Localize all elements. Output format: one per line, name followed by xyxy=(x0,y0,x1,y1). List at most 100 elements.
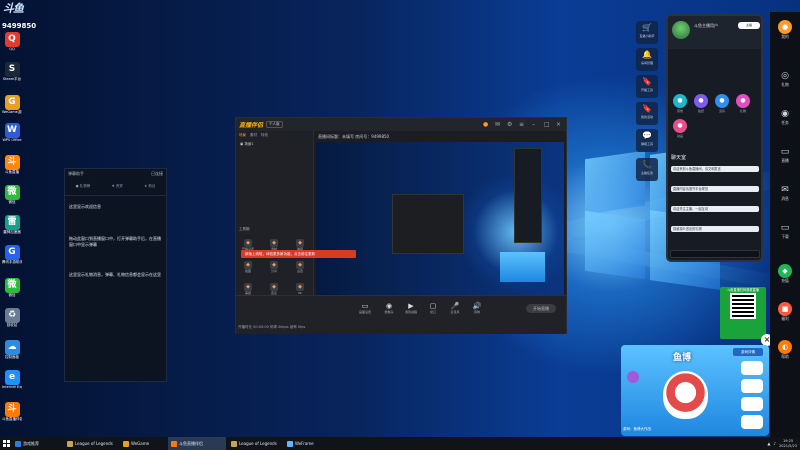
sidebar-item[interactable]: ■ 福利 xyxy=(774,302,796,322)
control-button[interactable]: ◉ 摄像头 xyxy=(380,302,398,314)
control-label: 音响 xyxy=(473,310,480,314)
desktop-icon[interactable]: Q QQ xyxy=(2,32,22,51)
desktop-icon[interactable]: 微微信 xyxy=(2,185,22,204)
chat-message: 这里显示礼物消息，弹幕、礼物信息都会显示在这里 xyxy=(69,272,161,277)
sidebar-item[interactable]: ▭ 下载 xyxy=(774,222,796,240)
control-button[interactable]: ▭ 画面设置 xyxy=(356,302,374,314)
tool-button[interactable]: ◆ 美颜 xyxy=(238,283,258,295)
volume-icon[interactable]: ♪ xyxy=(773,441,776,446)
sidebar-item[interactable]: ▭ 直播 xyxy=(774,146,796,164)
tab-vip[interactable]: ♦ 贵宾 xyxy=(112,184,123,189)
maximize-icon[interactable]: □ xyxy=(544,121,550,128)
menu-icon[interactable]: ≡ xyxy=(519,121,524,128)
update-banner[interactable]: 新版上线啦，体验更多新功能，点击前往更新 xyxy=(241,250,356,258)
feature-icon[interactable]: ● xyxy=(715,94,729,108)
game-detail-header[interactable]: 游戏详情 xyxy=(733,348,763,356)
taskbar-item[interactable]: WeFrame xyxy=(284,437,324,450)
tool-label: 截图 xyxy=(244,269,251,273)
start-live-button[interactable]: 开始直播 xyxy=(526,304,556,313)
desktop-icon[interactable]: ☁ 控制面板 xyxy=(2,340,22,359)
edition-badge[interactable]: 个人版 xyxy=(266,121,283,128)
desktop-icon[interactable]: GWeGame游戏 xyxy=(2,95,22,114)
user-badge[interactable]: 主播 xyxy=(738,22,760,29)
scene-item[interactable]: ▣ 场景1 xyxy=(236,140,313,149)
tools-label: 工具箱 xyxy=(239,227,250,231)
tool-button[interactable]: ◆ 设置 xyxy=(290,261,310,273)
danmaku-panel[interactable]: 弹幕助手 已连接 ● 礼物榜 ♦ 贵宾 ★ 粉丝 这里显示欢迎信息 拖动此窗口到… xyxy=(64,168,167,382)
start-button[interactable] xyxy=(0,437,12,450)
desktop-icon[interactable]: eInternet Explorer xyxy=(2,370,22,389)
tool-button[interactable]: ◆ 连麦 xyxy=(264,283,284,295)
control-button[interactable]: 🔊 音响 xyxy=(468,302,486,314)
minimize-icon[interactable]: – xyxy=(532,121,535,128)
taskbar-item[interactable]: League of Legends xyxy=(228,437,282,450)
side-tool-button[interactable]: 🔔 房间管理 xyxy=(636,48,658,71)
sidebar-item[interactable]: ◉ 任务 xyxy=(774,108,796,126)
taskbar-app-icon xyxy=(171,440,177,447)
tab-material[interactable]: 素材 xyxy=(250,133,257,138)
control-button[interactable]: ▢ 窗口 xyxy=(424,302,442,314)
clock[interactable]: 19:25 2021/5/23 xyxy=(779,439,797,449)
sidebar-item[interactable]: ◐ 帮助 xyxy=(774,340,796,360)
desktop-icon[interactable]: 斗斗鱼直播伴侣 xyxy=(2,402,22,421)
desktop-icon[interactable]: 雷雷神加速器 xyxy=(2,215,22,234)
desktop-icon[interactable]: G 腾讯手游助手 xyxy=(2,245,22,264)
side-tool-button[interactable]: 💬 弹幕工具 xyxy=(636,129,658,152)
chat-input[interactable] xyxy=(670,250,760,258)
streaming-app-window[interactable]: 直播伴侣 个人版 ● ✉ ⚙ ≡ – □ × 场景 素材 特效 ▣ 场景1 工具… xyxy=(235,117,567,334)
tab-fans[interactable]: ★ 粉丝 xyxy=(144,184,155,189)
side-tool-button[interactable]: 🔖 开播工具 xyxy=(636,75,658,98)
app-titlebar[interactable]: 直播伴侣 个人版 ● ✉ ⚙ ≡ – □ × xyxy=(236,118,566,131)
avatar[interactable] xyxy=(672,21,690,39)
side-tool-label: 开播工具 xyxy=(640,88,653,92)
game-item[interactable] xyxy=(741,397,763,411)
tab-effects[interactable]: 特效 xyxy=(261,133,268,138)
app-logo: 直播伴侣 xyxy=(239,122,264,129)
sidebar-item[interactable]: ◆ 充值 xyxy=(774,264,796,284)
game-item[interactable] xyxy=(741,415,763,429)
tool-button[interactable]: ◆ 分享 xyxy=(264,261,284,273)
tab-scene[interactable]: 场景 xyxy=(239,133,246,138)
taskbar-item[interactable]: 游戏推荐 xyxy=(12,437,62,450)
game-item[interactable] xyxy=(741,379,763,393)
preview-nested-window xyxy=(392,194,464,254)
feature-icon[interactable]: ● xyxy=(736,94,750,108)
tool-button[interactable]: ◆ PK xyxy=(290,283,310,295)
sidebar-icon: ◐ xyxy=(778,340,792,354)
desktop-icon[interactable]: W WPS Office xyxy=(2,123,22,142)
network-icon[interactable]: ▲ xyxy=(767,441,770,446)
side-tool-button[interactable]: 🔖 我的活动 xyxy=(636,102,658,125)
side-tool-button[interactable]: 📞 主播任务 xyxy=(636,158,658,181)
tab-gifts[interactable]: ● 礼物榜 xyxy=(76,184,91,189)
taskbar-item[interactable]: 斗鱼直播伴侣 xyxy=(168,437,226,450)
game-ad[interactable]: 鱼博 游戏详情 游戏：鱼博大作战 xyxy=(621,345,769,436)
feature-icon[interactable]: ● xyxy=(673,119,687,133)
side-tool-button[interactable]: 🛒 直播小助手 xyxy=(636,21,658,44)
stream-preview[interactable] xyxy=(316,142,564,302)
tool-icon: ◆ xyxy=(244,283,252,291)
sidebar-item[interactable]: ● 我的 xyxy=(774,20,796,40)
sidebar-label: 任务 xyxy=(781,120,789,125)
taskbar-item[interactable]: WeGame xyxy=(120,437,166,450)
sidebar-item[interactable]: ◎ 礼物 xyxy=(774,70,796,88)
game-item[interactable] xyxy=(741,361,763,375)
feature-icon[interactable]: ● xyxy=(673,94,687,108)
mail-icon[interactable]: ✉ xyxy=(495,121,500,128)
settings-icon[interactable]: ⚙ xyxy=(507,121,512,128)
control-button[interactable]: ▶ 游戏进程 xyxy=(402,302,420,314)
sidebar-item[interactable]: ✉ 消息 xyxy=(774,184,796,202)
app-icon: ☁ xyxy=(4,340,20,355)
tool-icon: ◆ xyxy=(244,261,252,269)
taskbar-app-icon xyxy=(123,440,129,447)
taskbar-item[interactable]: League of Legends xyxy=(64,437,118,450)
desktop-icon[interactable]: 斗斗鱼直播 xyxy=(2,155,22,174)
close-icon[interactable]: × xyxy=(556,121,561,128)
desktop-icon[interactable]: 微微信 xyxy=(2,278,22,297)
desktop-icon[interactable]: ♻ 回收站 xyxy=(2,308,22,327)
control-button[interactable]: 🎤 麦克风 xyxy=(446,302,464,314)
tool-button[interactable]: ◆ 截图 xyxy=(238,261,258,273)
feature-icon[interactable]: ● xyxy=(694,94,708,108)
anchor-panel[interactable]: 斗鱼主播用户 主播 ● 音效 ● 贴纸 ● 道具 ● 礼物 ● 动画 聊天室 欢迎来到斗鱼直播间，… xyxy=(666,14,763,262)
desktop-icon[interactable]: S Steam平台 xyxy=(2,62,22,81)
avatar-icon[interactable]: ● xyxy=(483,121,488,128)
